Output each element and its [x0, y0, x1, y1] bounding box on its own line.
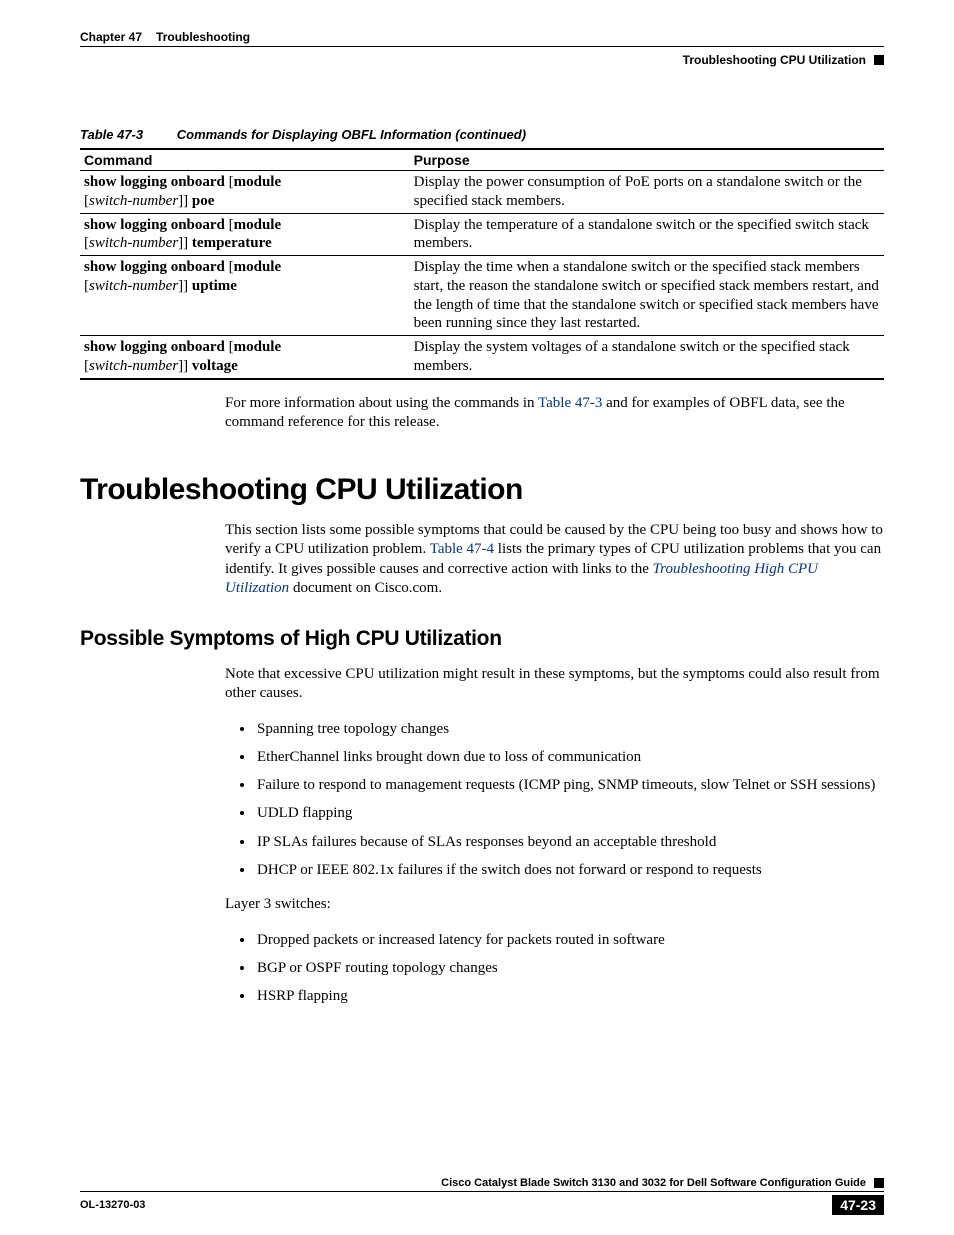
list-item: IP SLAs failures because of SLAs respons…: [255, 832, 884, 852]
running-header: Chapter 47 Troubleshooting: [80, 30, 884, 46]
footer-guide-title: Cisco Catalyst Blade Switch 3130 and 303…: [80, 1177, 884, 1192]
section-header-right: Troubleshooting CPU Utilization: [80, 49, 884, 67]
table-title: Commands for Displaying OBFL Information…: [177, 127, 526, 142]
paragraph: Layer 3 switches:: [225, 895, 884, 915]
command-cell: show logging onboard [module [switch-num…: [80, 256, 410, 336]
table-row: show logging onboard [module [switch-num…: [80, 336, 884, 379]
list-item: BGP or OSPF routing topology changes: [255, 958, 884, 978]
command-cell: show logging onboard [module [switch-num…: [80, 213, 410, 256]
list-item: DHCP or IEEE 802.1x failures if the swit…: [255, 860, 884, 880]
symptom-list-l3: Dropped packets or increased latency for…: [225, 930, 884, 1007]
list-item: EtherChannel links brought down due to l…: [255, 747, 884, 767]
subsection-heading: Possible Symptoms of High CPU Utilizatio…: [80, 627, 884, 651]
paragraph: This section lists some possible symptom…: [225, 521, 884, 599]
square-marker-icon: [874, 1178, 884, 1188]
page: Chapter 47 Troubleshooting Troubleshooti…: [0, 0, 954, 1235]
table-number: Table 47-3: [80, 127, 173, 142]
section-heading: Troubleshooting CPU Utilization: [80, 473, 884, 507]
col-command: Command: [80, 149, 410, 171]
list-item: Dropped packets or increased latency for…: [255, 930, 884, 950]
command-cell: show logging onboard [module [switch-num…: [80, 336, 410, 379]
obfl-commands-table: Command Purpose show logging onboard [mo…: [80, 148, 884, 380]
footer-row: OL-13270-03 47-23: [80, 1192, 884, 1215]
chapter-label: Chapter 47: [80, 30, 142, 44]
breadcrumb: Chapter 47 Troubleshooting: [80, 30, 250, 44]
header-rule: [80, 46, 884, 47]
symptom-list: Spanning tree topology changes EtherChan…: [225, 719, 884, 881]
chapter-title: Troubleshooting: [156, 30, 250, 44]
purpose-cell: Display the power consumption of PoE por…: [410, 171, 884, 214]
table-caption: Table 47-3 Commands for Displaying OBFL …: [80, 127, 884, 142]
table-row: show logging onboard [module [switch-num…: [80, 213, 884, 256]
paragraph: Note that excessive CPU utilization migh…: [225, 665, 884, 704]
list-item: Spanning tree topology changes: [255, 719, 884, 739]
list-item: UDLD flapping: [255, 803, 884, 823]
section-right-text: Troubleshooting CPU Utilization: [683, 53, 866, 67]
table-row: show logging onboard [module [switch-num…: [80, 256, 884, 336]
page-number: 47-23: [832, 1195, 884, 1215]
cross-reference-link[interactable]: Table 47-3: [538, 395, 602, 411]
doc-id: OL-13270-03: [80, 1199, 145, 1211]
list-item: HSRP flapping: [255, 986, 884, 1006]
paragraph: For more information about using the com…: [225, 394, 884, 433]
square-marker-icon: [874, 55, 884, 65]
col-purpose: Purpose: [410, 149, 884, 171]
purpose-cell: Display the time when a standalone switc…: [410, 256, 884, 336]
purpose-cell: Display the temperature of a standalone …: [410, 213, 884, 256]
command-cell: show logging onboard [module [switch-num…: [80, 171, 410, 214]
table-row: show logging onboard [module [switch-num…: [80, 171, 884, 214]
cross-reference-link[interactable]: Table 47-4: [430, 541, 494, 557]
purpose-cell: Display the system voltages of a standal…: [410, 336, 884, 379]
page-footer: Cisco Catalyst Blade Switch 3130 and 303…: [80, 1177, 884, 1215]
table-header-row: Command Purpose: [80, 149, 884, 171]
list-item: Failure to respond to management request…: [255, 775, 884, 795]
